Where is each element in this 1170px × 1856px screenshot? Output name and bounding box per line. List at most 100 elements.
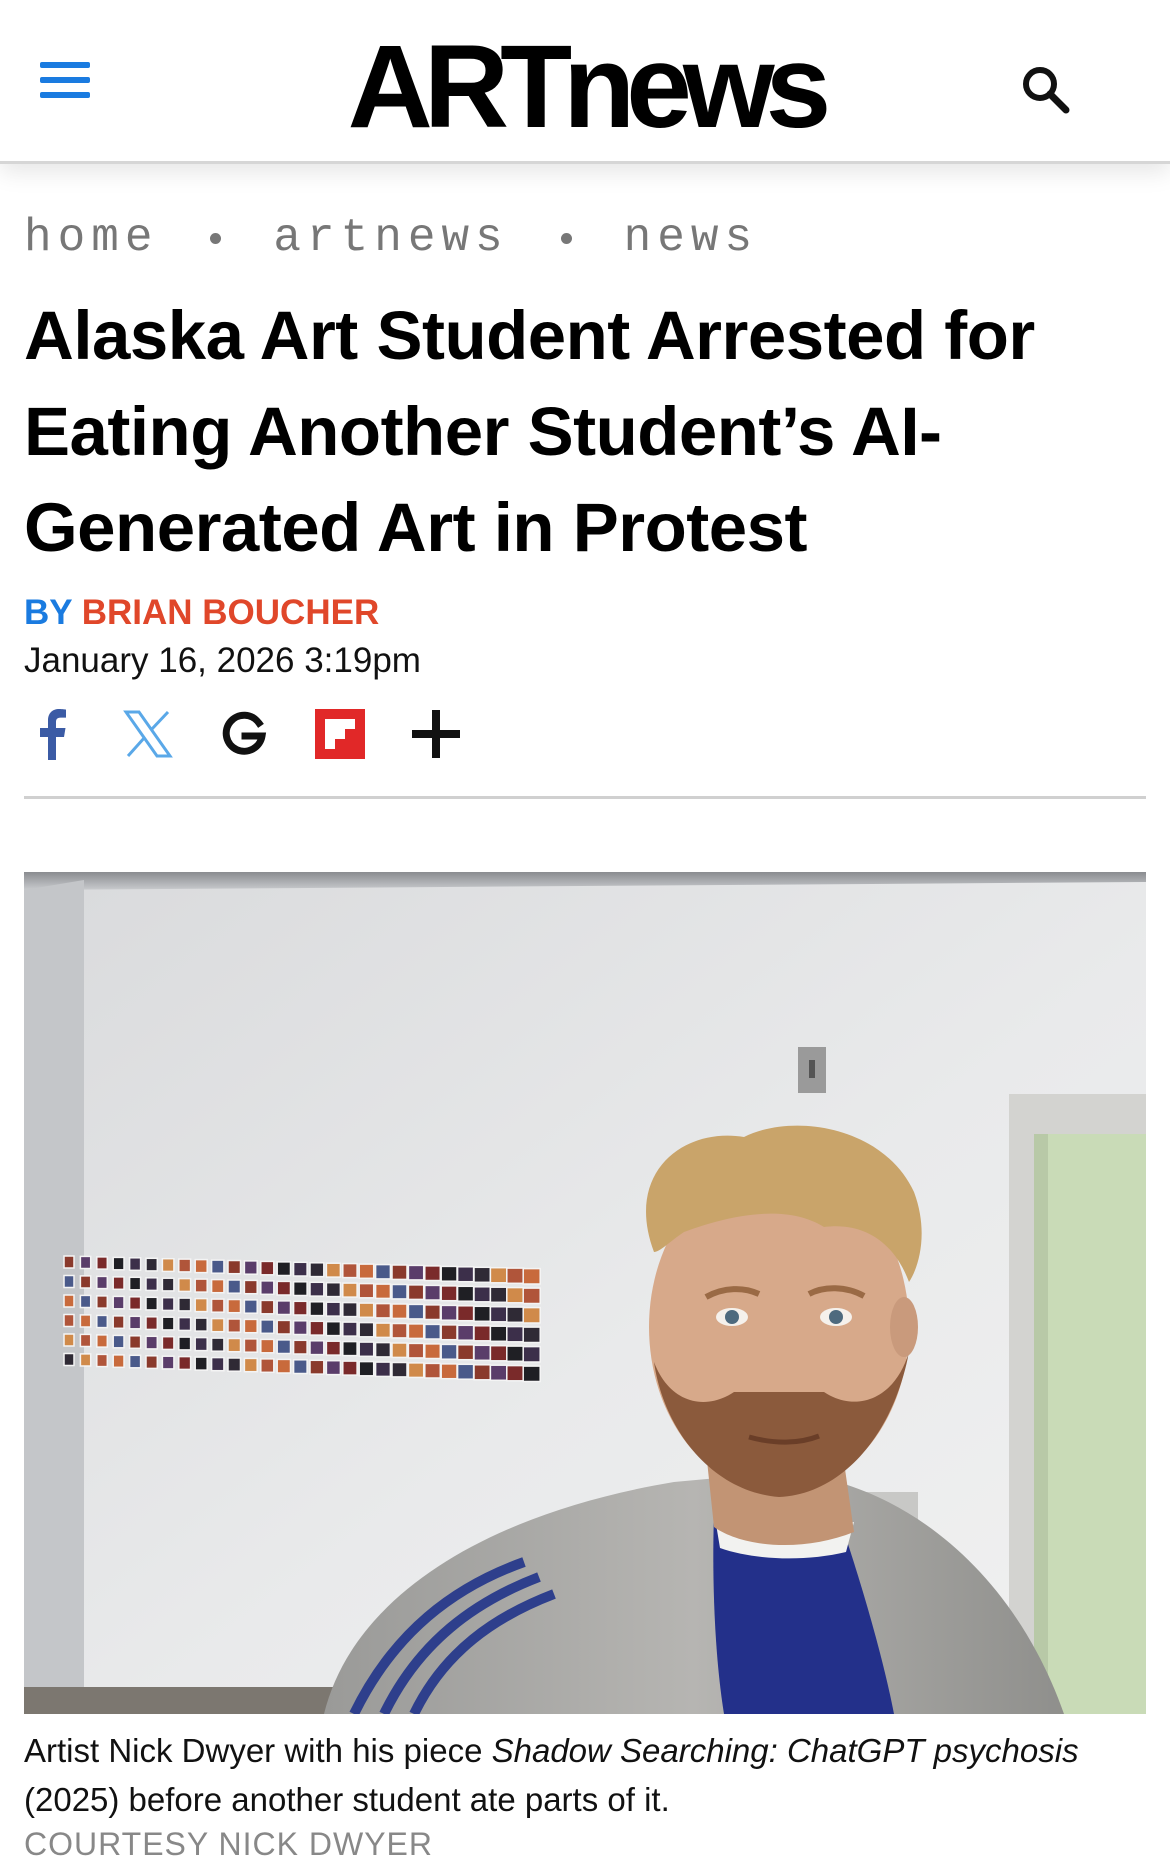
wall-artwork-tile (194, 1297, 208, 1313)
wall-artwork-tile (424, 1304, 442, 1321)
author-link[interactable]: BRIAN BOUCHER (82, 593, 380, 632)
wall-artwork-tile (194, 1278, 208, 1293)
wall-artwork-tile (145, 1335, 159, 1350)
wall-artwork-tile (260, 1358, 275, 1374)
wall-artwork-tile (440, 1304, 458, 1321)
wall-artwork-tile (358, 1341, 375, 1358)
x-icon[interactable] (120, 706, 176, 762)
wall-artwork-tile (145, 1277, 159, 1292)
google-icon[interactable] (216, 706, 272, 762)
wall-artwork-tile (506, 1325, 525, 1343)
wall-artwork-tile (227, 1259, 242, 1275)
wall-artwork-tile (407, 1342, 425, 1359)
artwork-title: Shadow Searching: ChatGPT psychosis (491, 1732, 1079, 1769)
wall-artwork-tile (161, 1316, 175, 1331)
wall-artwork-tile (260, 1319, 275, 1335)
wall-artwork-tile (342, 1262, 358, 1279)
wall-artwork-tile (391, 1322, 408, 1339)
wall-artwork-tile (522, 1326, 541, 1344)
plus-icon[interactable] (408, 706, 464, 762)
wall-artwork-tile (128, 1335, 142, 1350)
wall-artwork-tile (79, 1353, 92, 1367)
wall-artwork-tile (210, 1337, 225, 1352)
wall-artwork-tile (112, 1295, 125, 1310)
wall-artwork-tile (489, 1266, 508, 1284)
wall-artwork-tile (276, 1280, 292, 1296)
wall-artwork-tile (456, 1266, 475, 1283)
wall-artwork-tile (276, 1358, 292, 1374)
breadcrumb-home[interactable]: home (24, 212, 158, 264)
wall-artwork-tile (506, 1306, 525, 1324)
wall-artwork-tile (145, 1296, 159, 1311)
breadcrumb-news[interactable]: news (624, 212, 758, 264)
wall-artwork-tile (161, 1277, 175, 1292)
wall-artwork-tile (374, 1283, 392, 1300)
wall-artwork-tile (161, 1335, 175, 1351)
caption-text: Artist Nick Dwyer with his piece (24, 1732, 492, 1769)
wall-artwork-tile (309, 1320, 325, 1336)
wall-artwork-tile (325, 1320, 342, 1337)
wall-artwork-tile (194, 1317, 208, 1332)
wall-artwork-tile (96, 1314, 109, 1329)
wall-artwork-tile (358, 1360, 375, 1377)
wall-artwork-tile (309, 1281, 325, 1297)
wall-artwork-tile (489, 1305, 508, 1323)
breadcrumb-separator (210, 232, 222, 244)
wall-artwork-tile (96, 1275, 109, 1290)
wall-artwork-tile (276, 1261, 292, 1277)
wall-artwork-tile (424, 1265, 442, 1282)
wall-artwork-tile (292, 1281, 308, 1297)
wall-artwork-tile (178, 1258, 192, 1273)
wall-artwork-tile (489, 1325, 508, 1343)
wall-artwork-tile (325, 1281, 342, 1298)
wall-artwork-tile (391, 1361, 408, 1378)
wall-artwork-tile (128, 1257, 142, 1272)
wall-artwork-tile (391, 1303, 408, 1320)
wall-artwork-tile (161, 1296, 175, 1312)
wall-artwork-tile (178, 1316, 192, 1332)
wall-artwork-tile (424, 1343, 442, 1360)
wall-artwork-tile (407, 1264, 425, 1281)
wall-artwork-tile (276, 1319, 292, 1335)
wall-artwork-tile (374, 1361, 392, 1378)
breadcrumb-artnews[interactable]: artnews (273, 212, 508, 264)
wall-artwork-tile (374, 1341, 392, 1358)
wall-artwork-tile (79, 1294, 92, 1309)
article-title: Alaska Art Student Arrested for Eating A… (24, 297, 1035, 566)
wall-artwork-tile (161, 1355, 175, 1370)
article-photo[interactable] (24, 872, 1146, 1714)
site-logo[interactable]: ARTnews (0, 28, 1170, 146)
wall-artwork-tile (292, 1320, 308, 1336)
wall-artwork-tile (112, 1354, 125, 1369)
wall-artwork-tile (260, 1338, 275, 1354)
wall-artwork-tile (96, 1334, 109, 1348)
wall-artwork-tile (424, 1323, 442, 1340)
facebook-icon[interactable] (24, 706, 80, 762)
wall-artwork-tile (374, 1302, 392, 1319)
wall-artwork-tile (407, 1303, 425, 1320)
wall-artwork-tile (145, 1257, 159, 1272)
search-icon[interactable] (1018, 62, 1082, 126)
wall-artwork-tile (358, 1263, 375, 1280)
wall-artwork-tile (292, 1261, 308, 1277)
wall-artwork-tile (358, 1302, 375, 1319)
wall-artwork-tile (374, 1322, 392, 1339)
wall-artwork-tile (112, 1256, 125, 1271)
wall-artwork-tile (145, 1316, 159, 1331)
wall-artwork-tile (194, 1258, 208, 1274)
wall-artwork-tile (522, 1365, 541, 1383)
wall-artwork-tile (473, 1266, 492, 1284)
wall-artwork-tile (456, 1324, 475, 1341)
wall-artwork-tile (358, 1321, 375, 1338)
wall-artwork-tile (325, 1301, 342, 1317)
wall-artwork-tile (391, 1264, 408, 1281)
wall-artwork-tile (292, 1339, 308, 1355)
photo-credit: COURTESY NICK DWYER (24, 1826, 433, 1856)
flipboard-icon[interactable] (312, 706, 368, 762)
wall-artwork-tile (96, 1256, 109, 1270)
wall-artwork-tile (227, 1318, 242, 1333)
wall-artwork-tile (522, 1287, 541, 1305)
wall-artwork-tile (456, 1305, 475, 1322)
wall-artwork-tile (292, 1300, 308, 1316)
publish-date: January 16, 2026 3:19pm (24, 641, 421, 680)
